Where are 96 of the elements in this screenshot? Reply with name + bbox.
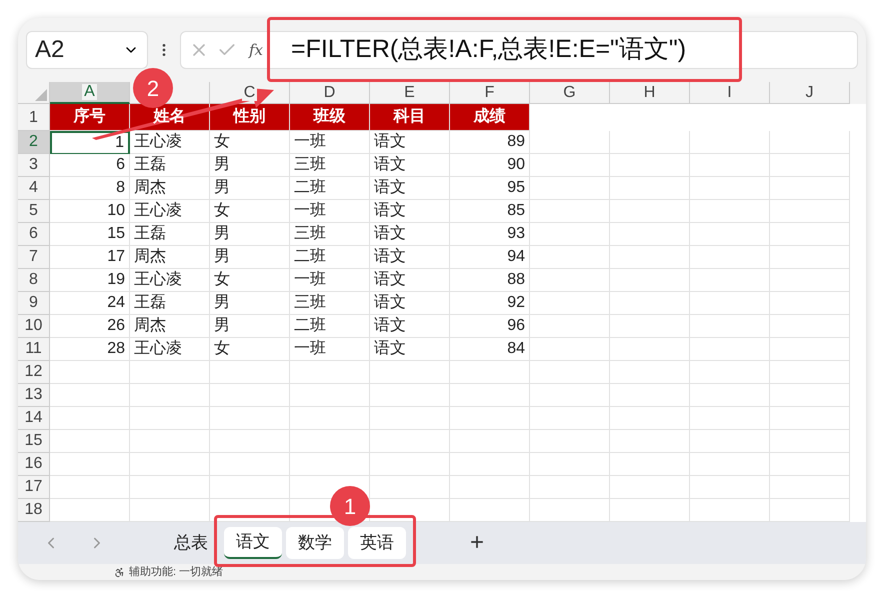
table-cell: 26 [50, 315, 130, 338]
add-sheet-button[interactable]: + [462, 525, 492, 561]
row-header[interactable]: 10 [18, 315, 50, 338]
header-cell: 班级 [290, 104, 370, 131]
table-cell: 女 [210, 269, 290, 292]
table-cell: 周杰 [130, 315, 210, 338]
table-cell: 周杰 [130, 177, 210, 200]
row-header[interactable]: 8 [18, 269, 50, 292]
table-cell: 85 [450, 200, 530, 223]
sheet-tab[interactable]: 英语 [348, 527, 406, 559]
table-cell: 二班 [290, 315, 370, 338]
table-cell: 94 [450, 246, 530, 269]
table-cell: 语文 [370, 315, 450, 338]
header-cell: 序号 [50, 104, 130, 131]
column-header[interactable]: J [770, 82, 850, 104]
sheet-tab[interactable]: 语文 [224, 527, 282, 559]
row-header[interactable]: 18 [18, 499, 50, 522]
table-cell: 王心凌 [130, 131, 210, 154]
table-cell: 语文 [370, 200, 450, 223]
table-cell: 男 [210, 292, 290, 315]
table-cell: 17 [50, 246, 130, 269]
table-cell: 96 [450, 315, 530, 338]
cell-reference: A2 [35, 35, 64, 65]
row-header[interactable]: 15 [18, 430, 50, 453]
table-cell: 男 [210, 177, 290, 200]
table-cell: 男 [210, 246, 290, 269]
sheet-tab[interactable]: 数学 [286, 527, 344, 559]
table-cell: 语文 [370, 223, 450, 246]
table-cell: 周杰 [130, 246, 210, 269]
table-cell: 男 [210, 315, 290, 338]
column-header[interactable]: G [530, 82, 610, 104]
row-header[interactable]: 14 [18, 407, 50, 430]
table-cell: 语文 [370, 269, 450, 292]
table-cell: 二班 [290, 246, 370, 269]
table-cell: 6 [50, 154, 130, 177]
row-header[interactable]: 5 [18, 200, 50, 223]
table-cell: 三班 [290, 223, 370, 246]
table-cell: 一班 [290, 200, 370, 223]
table-cell: 90 [450, 154, 530, 177]
row-header[interactable]: 2 [18, 131, 50, 154]
table-cell: 女 [210, 200, 290, 223]
column-header[interactable]: A [50, 82, 130, 104]
table-cell: 三班 [290, 292, 370, 315]
table-cell: 王心凌 [130, 338, 210, 361]
table-cell: 女 [210, 338, 290, 361]
table-cell: 男 [210, 223, 290, 246]
row-header[interactable]: 17 [18, 476, 50, 499]
table-cell: 15 [50, 223, 130, 246]
table-cell: 28 [50, 338, 130, 361]
row-header[interactable]: 9 [18, 292, 50, 315]
row-header[interactable]: 11 [18, 338, 50, 361]
table-cell: 三班 [290, 154, 370, 177]
table-cell: 男 [210, 154, 290, 177]
header-cell: 成绩 [450, 104, 530, 131]
table-cell: 王心凌 [130, 200, 210, 223]
row-header[interactable]: 6 [18, 223, 50, 246]
column-header[interactable]: H [610, 82, 690, 104]
table-cell: 88 [450, 269, 530, 292]
table-cell: 二班 [290, 177, 370, 200]
table-cell: 92 [450, 292, 530, 315]
status-text: 辅助功能: 一切就绪 [129, 566, 224, 578]
row-header[interactable]: 12 [18, 361, 50, 384]
table-cell: 10 [50, 200, 130, 223]
table-cell: 一班 [290, 131, 370, 154]
table-cell: 语文 [370, 131, 450, 154]
row-header[interactable]: 16 [18, 453, 50, 476]
row-header[interactable]: 3 [18, 154, 50, 177]
table-cell: 语文 [370, 177, 450, 200]
table-cell: 王磊 [130, 292, 210, 315]
table-cell: 王磊 [130, 154, 210, 177]
table-cell: 王磊 [130, 223, 210, 246]
table-cell: 语文 [370, 154, 450, 177]
table-cell: 语文 [370, 292, 450, 315]
table-cell: 93 [450, 223, 530, 246]
table-cell: 24 [50, 292, 130, 315]
table-cell: 84 [450, 338, 530, 361]
table-cell: 89 [450, 131, 530, 154]
header-cell: 性别 [210, 104, 290, 131]
table-cell: 王心凌 [130, 269, 210, 292]
row-header[interactable]: 7 [18, 246, 50, 269]
row-header[interactable]: 1 [18, 104, 50, 131]
sheet-tab[interactable]: 总表 [162, 527, 220, 559]
table-cell: 19 [50, 269, 130, 292]
table-cell: 一班 [290, 338, 370, 361]
row-header[interactable]: 13 [18, 384, 50, 407]
table-cell: 95 [450, 177, 530, 200]
column-header[interactable]: I [690, 82, 770, 104]
name-box[interactable]: A2 [26, 31, 148, 69]
accessibility-icon [114, 566, 125, 578]
table-cell: 一班 [290, 269, 370, 292]
header-cell: 科目 [370, 104, 450, 131]
table-cell: 女 [210, 131, 290, 154]
table-cell: 8 [50, 177, 130, 200]
table-cell: 语文 [370, 338, 450, 361]
table-cell: 语文 [370, 246, 450, 269]
row-header[interactable]: 4 [18, 177, 50, 200]
